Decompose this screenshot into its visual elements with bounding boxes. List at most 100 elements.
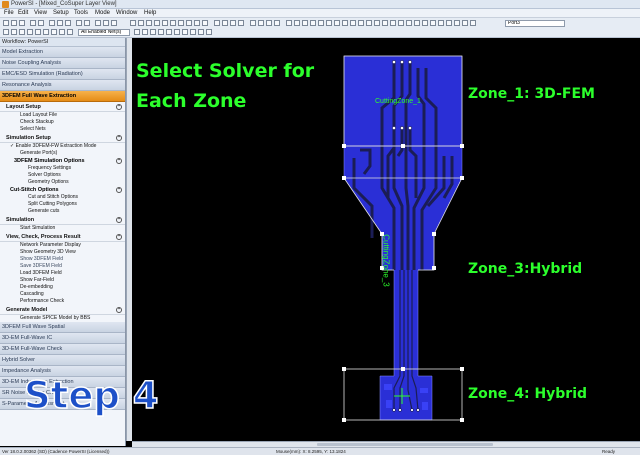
workflow-emc-esd[interactable]: EMC/ESD Simulation (Radiation) [0,69,125,80]
menu-window[interactable]: Window [116,10,137,16]
workflow-hybrid-solver[interactable]: Hybrid Solver [0,355,125,366]
filter-icon[interactable] [142,29,148,35]
layer-toggle-icon[interactable] [342,20,348,26]
highlight-icon[interactable] [194,20,200,26]
save-3dfem-field[interactable]: Save 3DFEM Field [0,263,125,270]
layer-toggle-icon[interactable] [406,20,412,26]
new-file-icon[interactable] [3,20,9,26]
filter-icon[interactable] [182,29,188,35]
layer-toggle-icon[interactable] [438,20,444,26]
layer-toggle-icon[interactable] [318,20,324,26]
generate-ports[interactable]: Generate Port(s) [0,150,125,157]
zoom-in-icon[interactable] [49,20,55,26]
measure-icon[interactable] [95,20,101,26]
open-file-icon[interactable] [11,20,17,26]
generate-cuts[interactable]: Generate cuts [0,208,125,215]
menu-help[interactable]: Help [144,10,156,16]
layer-toggle-icon[interactable] [398,20,404,26]
start-simulation[interactable]: Start Simulation [0,225,125,232]
layer-toggle-icon[interactable] [414,20,420,26]
filter-icon[interactable] [190,29,196,35]
workflow-model-extraction[interactable]: Model Extraction [0,47,125,58]
section-simulation-setup[interactable]: Simulation Setup ⌃ [0,133,125,143]
menu-view[interactable]: View [34,10,47,16]
filter-icon[interactable] [150,29,156,35]
layer-toggle-icon[interactable] [446,20,452,26]
flow-icon[interactable] [35,29,41,35]
collapse-icon[interactable]: ⌃ [116,187,122,193]
filter-icon[interactable] [158,29,164,35]
scroll-thumb[interactable] [317,443,493,446]
workflow-resonance[interactable]: Resonance Analysis [0,80,125,91]
workflow-3dem-ic[interactable]: 3D-EM Full-Wave IC [0,333,125,344]
net-icon[interactable] [250,20,256,26]
filter-icon[interactable] [198,29,204,35]
menu-tools[interactable]: Tools [74,10,88,16]
layer-toggle-icon[interactable] [422,20,428,26]
network-parameter-display[interactable]: Network Parameter Display [0,242,125,249]
performance-check[interactable]: Performance Check [0,298,125,305]
solver-options[interactable]: Solver Options [0,172,125,179]
layer-toggle-icon[interactable] [470,20,476,26]
select-nets[interactable]: Select Nets [0,126,125,133]
pan-icon[interactable] [76,20,82,26]
undo-icon[interactable] [30,20,36,26]
section-simulation[interactable]: Simulation ⌃ [0,215,125,225]
layer-toggle-icon[interactable] [334,20,340,26]
grid-icon[interactable] [103,20,109,26]
properties-icon[interactable] [238,20,244,26]
flow-icon[interactable] [11,29,17,35]
stackup-icon[interactable] [258,20,264,26]
select-icon[interactable] [84,20,90,26]
port-icon[interactable] [170,20,176,26]
collapse-icon[interactable]: ⌃ [116,217,122,223]
show-geometry-3d[interactable]: Show Geometry 3D View [0,249,125,256]
layer-toggle-icon[interactable] [382,20,388,26]
shape-poly-icon[interactable] [146,20,152,26]
menu-edit[interactable]: Edit [18,10,28,16]
load-layout-file[interactable]: Load Layout File [0,112,125,119]
workflow-3dfem-spatial[interactable]: 3DFEM Full Wave Spatial [0,322,125,333]
stitch-icon[interactable] [186,20,192,26]
show-far-field[interactable]: Show Far-Field [0,277,125,284]
layer-toggle-icon[interactable] [302,20,308,26]
shape-rect-icon[interactable] [138,20,144,26]
zoom-fit-icon[interactable] [65,20,71,26]
sub-cut-stitch[interactable]: Cut-Stitch Options ⌃ [0,186,125,194]
layer-toggle-icon[interactable] [430,20,436,26]
flow-icon[interactable] [51,29,57,35]
layer-toggle-icon[interactable] [286,20,292,26]
layer-toggle-icon[interactable] [462,20,468,26]
workflow-noise-coupling[interactable]: Noise Coupling Analysis [0,58,125,69]
flow-icon[interactable] [59,29,65,35]
layer-toggle-icon[interactable] [374,20,380,26]
filter-icon[interactable] [166,29,172,35]
layer-filter-select[interactable]: All Enabled Net(s) [78,29,130,36]
enable-3dfem-mode[interactable]: ✓ Enable 3DFEM-FW Extraction Mode [0,143,125,150]
clear-icon[interactable] [202,20,208,26]
view-2d-icon[interactable] [214,20,220,26]
workflow-3dem-check[interactable]: 3D-EM Full-Wave Check [0,344,125,355]
layer-toggle-icon[interactable] [390,20,396,26]
zoom-out-icon[interactable] [57,20,63,26]
collapse-icon[interactable]: ⌃ [116,234,122,240]
menu-setup[interactable]: Setup [53,10,69,16]
flow-icon[interactable] [67,29,73,35]
collapse-icon[interactable]: ⌃ [116,307,122,313]
layer-toggle-icon[interactable] [310,20,316,26]
flow-icon[interactable] [43,29,49,35]
menu-file[interactable]: File [4,10,14,16]
frequency-settings[interactable]: Frequency Settings [0,165,125,172]
section-generate-model[interactable]: Generate Model ⌃ [0,305,125,315]
layer-toggle-icon[interactable] [294,20,300,26]
redo-icon[interactable] [38,20,44,26]
simulate-icon[interactable] [266,20,272,26]
flow-icon[interactable] [19,29,25,35]
layer-toggle-icon[interactable] [366,20,372,26]
cascading[interactable]: Cascading [0,291,125,298]
layer-toggle-icon[interactable] [454,20,460,26]
sub-3dfem-options[interactable]: 3DFEM Simulation Options ⌃ [0,157,125,165]
result-icon[interactable] [274,20,280,26]
filter-icon[interactable] [206,29,212,35]
flow-icon[interactable] [27,29,33,35]
